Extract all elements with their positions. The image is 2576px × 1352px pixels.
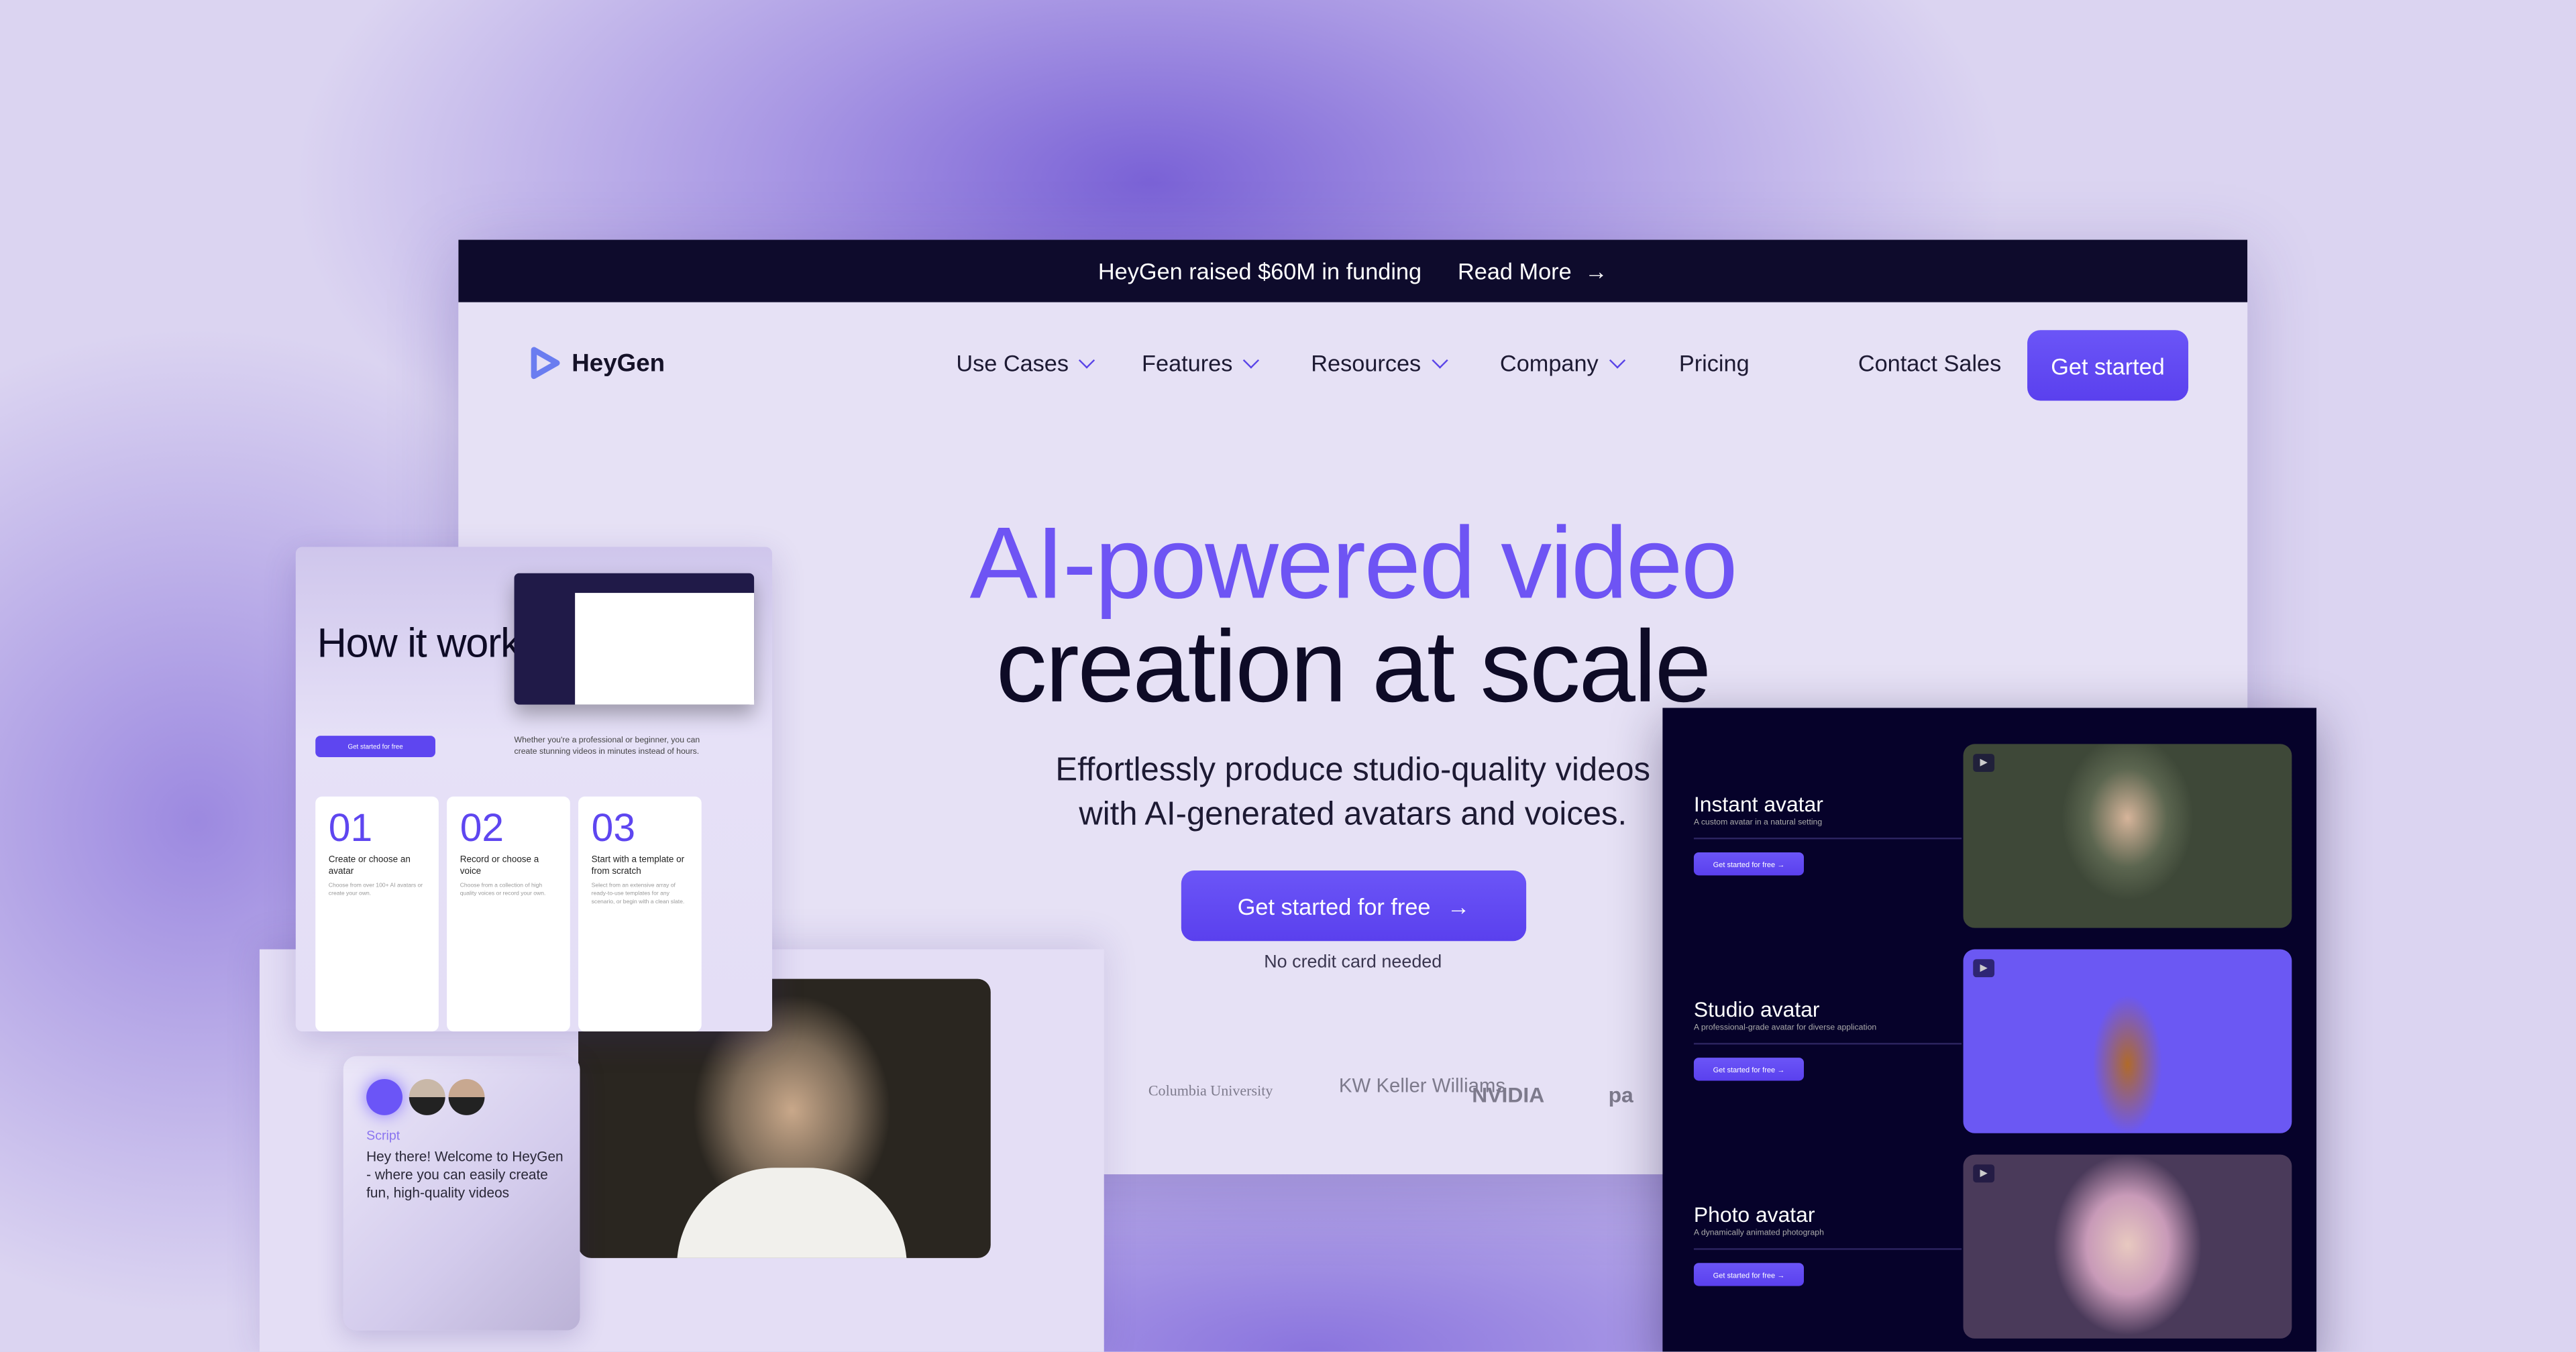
avatar-option[interactable] xyxy=(448,1078,485,1115)
heygen-logo-icon xyxy=(531,347,560,380)
chevron-down-icon xyxy=(1609,351,1625,368)
how-it-works-card: How it works Get started for free Whethe… xyxy=(295,547,773,1031)
play-icon[interactable]: ▶ xyxy=(1973,1164,1995,1183)
read-more-link[interactable]: Read More → xyxy=(1458,258,1608,284)
instant-avatar-image[interactable]: ▶ xyxy=(1963,744,2292,928)
how-description: Whether you're a professional or beginne… xyxy=(514,736,700,757)
logo-columbia: Columbia University xyxy=(1148,1082,1273,1099)
avatar-option-selected[interactable] xyxy=(366,1078,403,1115)
nav-resources[interactable]: Resources xyxy=(1311,349,1448,376)
logo-partial: pa xyxy=(1608,1082,1633,1107)
chevron-down-icon xyxy=(1432,351,1448,368)
brand-logo[interactable]: HeyGen xyxy=(526,345,665,381)
nav-label: Use Cases xyxy=(956,349,1069,376)
divider xyxy=(1693,1248,1962,1250)
navbar: HeyGen Use Cases Features Resources Comp… xyxy=(458,302,2247,427)
step-card: 01 Create or choose an avatar Choose from … xyxy=(315,796,439,1031)
step-number: 01 xyxy=(328,806,373,851)
brand-name: HeyGen xyxy=(572,349,665,378)
nav-label: Company xyxy=(1499,349,1599,376)
avatar-desc: A professional-grade avatar for diverse … xyxy=(1693,1023,1877,1033)
nav-pricing[interactable]: Pricing xyxy=(1679,350,1750,376)
arrow-right-icon: → xyxy=(1446,893,1470,919)
how-title: How it works xyxy=(317,620,541,667)
read-more-label: Read More xyxy=(1458,258,1572,284)
cta-label: Get started for free xyxy=(1237,893,1431,919)
studio-avatar-image[interactable]: ▶ xyxy=(1963,949,2292,1133)
step-card: 03 Start with a template or from scratch S… xyxy=(578,796,702,1031)
play-icon[interactable]: ▶ xyxy=(1973,959,1995,978)
step-title: Record or choose a voice xyxy=(460,855,539,877)
chevron-down-icon xyxy=(1243,351,1260,368)
step-number: 02 xyxy=(460,806,504,851)
step-card: 02 Record or choose a voice Choose from a … xyxy=(447,796,570,1031)
contact-label: Contact Sales xyxy=(1858,349,2002,376)
avatar-desc: A custom avatar in a natural setting xyxy=(1693,818,1823,828)
photo-avatar-image[interactable]: ▶ xyxy=(1963,1154,2292,1339)
script-card: Script Hey there! Welcome to HeyGen - wh… xyxy=(343,1056,580,1331)
avatar-title: Photo avatar xyxy=(1693,1202,1815,1227)
avatar-get-started-button[interactable]: Get started for free → xyxy=(1693,1058,1805,1081)
nav-company[interactable]: Company xyxy=(1499,349,1625,376)
announcement-banner: HeyGen raised $60M in funding Read More → xyxy=(458,239,2248,302)
arrow-right-icon: → xyxy=(1585,258,1608,284)
nav-label: Resources xyxy=(1311,349,1421,376)
avatar-get-started-button[interactable]: Get started for free → xyxy=(1693,852,1805,876)
script-label: Script xyxy=(366,1128,400,1143)
nav-label: Features xyxy=(1142,349,1233,376)
logo-nvidia: NVIDIA xyxy=(1472,1082,1545,1107)
hero-composition: HeyGen raised $60M in funding Read More →… xyxy=(0,0,2576,1352)
nav-use-cases[interactable]: Use Cases xyxy=(956,349,1096,376)
get-started-free-button[interactable]: Get started for free → xyxy=(1181,870,1527,942)
script-text[interactable]: Hey there! Welcome to HeyGen - where you… xyxy=(366,1148,564,1202)
step-title: Create or choose an avatar xyxy=(328,855,411,877)
step-desc: Select from an extensive array of ready-… xyxy=(591,882,685,905)
step-number: 03 xyxy=(591,806,636,851)
step-desc: Choose from over 100+ AI avatars or crea… xyxy=(328,882,423,897)
avatar-title: Instant avatar xyxy=(1693,791,1823,817)
editor-screenshot xyxy=(514,573,755,705)
get-started-button[interactable]: Get started xyxy=(2027,330,2189,401)
avatar-types-panel: Instant avatar A custom avatar in a natu… xyxy=(1662,708,2317,1352)
editor-canvas xyxy=(575,593,755,705)
how-get-started-button[interactable]: Get started for free xyxy=(315,736,435,757)
banner-text: HeyGen raised $60M in funding xyxy=(1097,258,1422,284)
divider xyxy=(1693,1043,1962,1045)
divider xyxy=(1693,837,1962,840)
step-desc: Choose from a collection of high quality… xyxy=(460,882,546,897)
nav-features[interactable]: Features xyxy=(1142,349,1260,376)
avatar-get-started-button[interactable]: Get started for free → xyxy=(1693,1263,1805,1286)
play-icon[interactable]: ▶ xyxy=(1973,754,1995,773)
avatar-desc: A dynamically animated photograph xyxy=(1693,1228,1824,1239)
contact-sales-link[interactable]: Contact Sales xyxy=(1858,350,2001,376)
chevron-down-icon xyxy=(1079,351,1096,368)
avatar-title: Studio avatar xyxy=(1693,997,1820,1022)
avatar-option[interactable] xyxy=(409,1078,445,1115)
nav-label: Pricing xyxy=(1678,349,1750,376)
avatar-figure xyxy=(676,1168,907,1258)
step-title: Start with a template or from scratch xyxy=(591,855,685,877)
